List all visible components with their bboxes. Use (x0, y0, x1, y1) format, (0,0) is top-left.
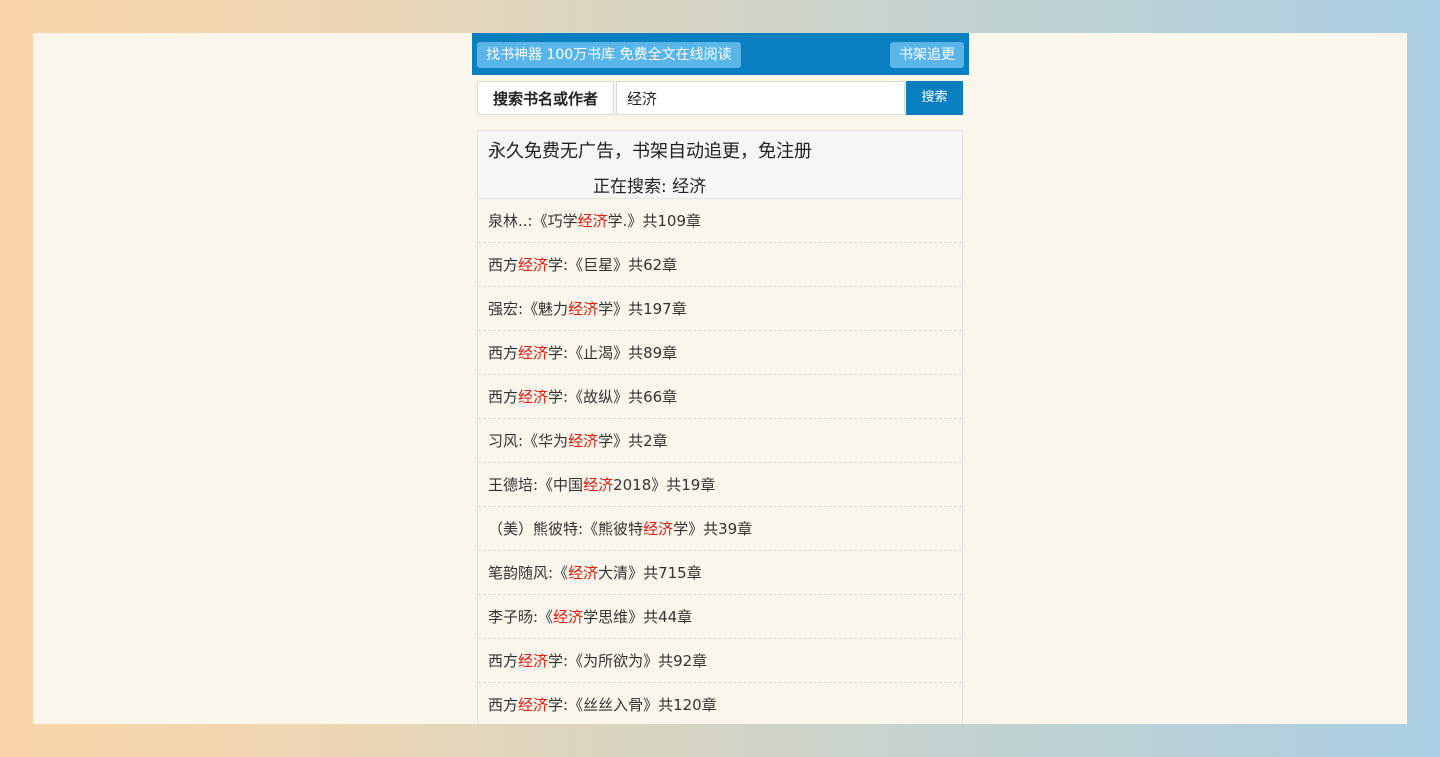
result-text: 学思维》共44章 (583, 608, 693, 626)
result-item[interactable]: 强宏:《魅力经济学》共197章 (478, 287, 962, 331)
result-highlight: 经济 (518, 344, 549, 362)
result-text: 学》共2章 (598, 432, 668, 450)
result-highlight: 经济 (643, 520, 674, 538)
content-column: 找书神器 100万书库 免费全文在线阅读 书架追更 搜索书名或作者 搜索 永久免… (472, 33, 969, 724)
result-item[interactable]: 西方经济学:《巨星》共62章 (478, 243, 962, 287)
result-text: 习风:《华为 (488, 432, 569, 450)
result-text: 学:《丝丝入骨》共120章 (548, 696, 717, 714)
result-highlight: 经济 (568, 564, 599, 582)
result-text: 学:《止渴》共89章 (548, 344, 678, 362)
result-item[interactable]: 西方经济学:《止渴》共89章 (478, 331, 962, 375)
results-panel-header: 永久免费无广告，书架自动追更，免注册 正在搜索: 经济 (478, 131, 962, 199)
searching-prefix: 正在搜索: (593, 177, 673, 197)
result-text: 强宏:《魅力 (488, 300, 569, 318)
result-text: 学.》共109章 (607, 212, 702, 230)
result-highlight: 经济 (518, 256, 549, 274)
result-text: 西方 (488, 344, 519, 362)
result-highlight: 经济 (577, 212, 608, 230)
result-text: 王德培:《中国 (488, 476, 584, 494)
result-text: （美）熊彼特:《熊彼特 (488, 520, 644, 538)
result-item[interactable]: （美）熊彼特:《熊彼特经济学》共39章 (478, 507, 962, 551)
site-slogan-button[interactable]: 找书神器 100万书库 免费全文在线阅读 (477, 42, 741, 68)
result-text: 大清》共715章 (598, 564, 702, 582)
results-panel: 永久免费无广告，书架自动追更，免注册 正在搜索: 经济 泉林..:《巧学经济学.… (477, 130, 963, 724)
result-highlight: 经济 (518, 696, 549, 714)
result-text: 学:《故纵》共66章 (548, 388, 678, 406)
result-item[interactable]: 泉林..:《巧学经济学.》共109章 (478, 199, 962, 243)
result-item[interactable]: 西方经济学:《丝丝入骨》共120章 (478, 683, 962, 724)
result-highlight: 经济 (568, 300, 599, 318)
result-item[interactable]: 西方经济学:《为所欲为》共92章 (478, 639, 962, 683)
search-button[interactable]: 搜索 (906, 81, 963, 115)
result-text: 西方 (488, 696, 519, 714)
result-text: 学:《为所欲为》共92章 (548, 652, 708, 670)
notice-text: 永久免费无广告，书架自动追更，免注册 (488, 141, 812, 162)
result-highlight: 经济 (518, 652, 549, 670)
result-text: 李子旸:《 (488, 608, 554, 626)
search-bar: 搜索书名或作者 搜索 (477, 81, 963, 115)
top-navigation-bar: 找书神器 100万书库 免费全文在线阅读 书架追更 (472, 33, 969, 75)
result-text: 西方 (488, 388, 519, 406)
result-text: 笔韵随风:《 (488, 564, 569, 582)
search-input[interactable] (616, 81, 905, 115)
results-list: 泉林..:《巧学经济学.》共109章 西方经济学:《巨星》共62章 强宏:《魅力经济… (478, 199, 962, 724)
search-label: 搜索书名或作者 (477, 81, 614, 115)
searching-term: 经济 (672, 177, 707, 197)
result-text: 学》共197章 (598, 300, 687, 318)
result-item[interactable]: 习风:《华为经济学》共2章 (478, 419, 962, 463)
result-highlight: 经济 (518, 388, 549, 406)
result-highlight: 经济 (583, 476, 614, 494)
result-text: 西方 (488, 256, 519, 274)
result-highlight: 经济 (553, 608, 584, 626)
result-text: 泉林..:《巧学 (488, 212, 578, 230)
page-frame: 找书神器 100万书库 免费全文在线阅读 书架追更 搜索书名或作者 搜索 永久免… (33, 33, 1407, 724)
result-text: 学》共39章 (673, 520, 753, 538)
result-highlight: 经济 (568, 432, 599, 450)
result-text: 学:《巨星》共62章 (548, 256, 678, 274)
result-item[interactable]: 西方经济学:《故纵》共66章 (478, 375, 962, 419)
result-item[interactable]: 王德培:《中国经济2018》共19章 (478, 463, 962, 507)
result-text: 2018》共19章 (613, 476, 716, 494)
bookshelf-button[interactable]: 书架追更 (890, 42, 964, 68)
searching-status: 正在搜索: 经济 (593, 172, 706, 197)
result-item[interactable]: 李子旸:《经济学思维》共44章 (478, 595, 962, 639)
result-item[interactable]: 笔韵随风:《经济大清》共715章 (478, 551, 962, 595)
result-text: 西方 (488, 652, 519, 670)
